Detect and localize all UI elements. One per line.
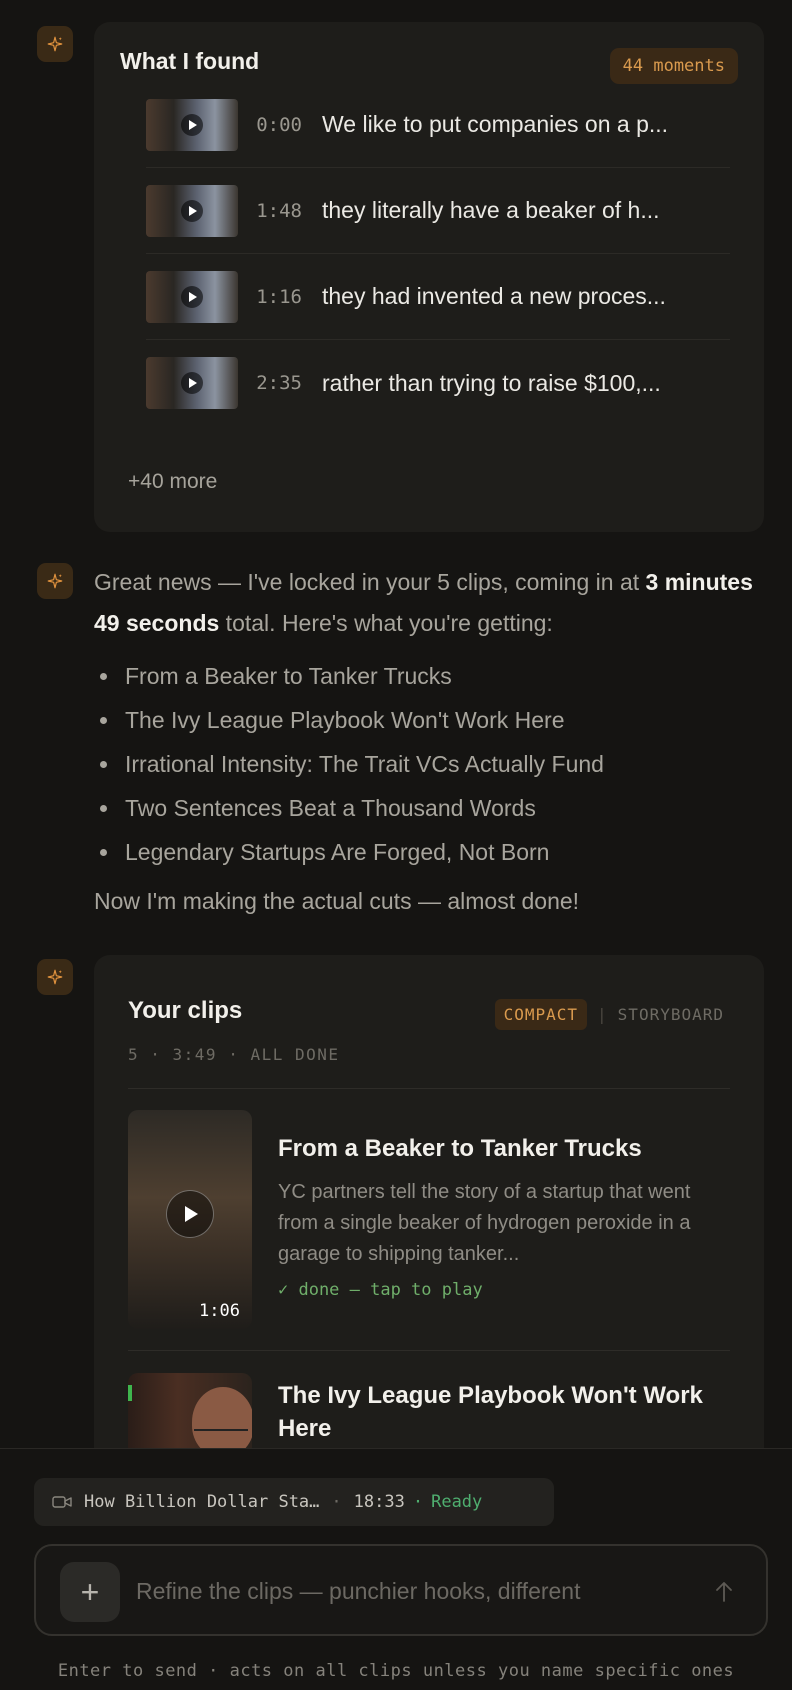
clip-status[interactable]: ✓ done — tap to play <box>278 1280 730 1300</box>
clips-card-title: Your clips <box>128 997 243 1024</box>
clip-duration: 1:06 <box>199 1301 240 1321</box>
source-status: Ready <box>431 1492 483 1512</box>
message-text: Great news — I've locked in your 5 clips… <box>94 569 646 595</box>
assistant-avatar <box>37 26 73 62</box>
moment-thumbnail[interactable] <box>146 184 238 237</box>
play-icon <box>181 199 203 222</box>
play-icon <box>181 113 203 136</box>
moment-text: rather than trying to raise $100,... <box>322 369 661 396</box>
moment-time: 1:48 <box>256 199 302 222</box>
play-icon <box>181 285 203 308</box>
send-button[interactable] <box>704 1572 744 1612</box>
assistant-message: Great news — I've locked in your 5 clips… <box>94 562 754 644</box>
composer-hint: Enter to send · acts on all clips unless… <box>57 1661 735 1681</box>
moment-thumbnail[interactable] <box>146 357 238 409</box>
play-icon <box>181 372 203 394</box>
clips-card: Your clips COMPACT | STORYBOARD 5 · 3:49… <box>94 955 764 1448</box>
divider <box>128 1350 730 1351</box>
clip-title: The Ivy League Playbook Won't Work Here <box>278 1382 703 1442</box>
view-toggle-divider: | <box>597 1005 608 1024</box>
moment-text: they literally have a beaker of h... <box>322 197 660 223</box>
clip-item[interactable]: 1:06 From a Beaker to Tanker Trucks YC p… <box>128 1110 730 1329</box>
moment-item[interactable]: 2:35 rather than trying to raise $100,..… <box>146 340 730 426</box>
moment-item[interactable]: 1:48 they literally have a beaker of h..… <box>146 168 730 254</box>
clip-thumbnail[interactable] <box>128 1373 252 1448</box>
play-icon[interactable] <box>166 1190 214 1238</box>
clip-thumbnail[interactable]: 1:06 <box>128 1110 252 1329</box>
clip-title-list: From a Beaker to Tanker Trucks The Ivy L… <box>100 654 750 874</box>
source-video-name: How Billion Dollar Sta… <box>84 1492 320 1512</box>
arrow-up-icon <box>716 1582 732 1602</box>
moment-text: We like to put companies on a p... <box>322 111 669 137</box>
message-text: total. Here's what you're getting: <box>219 610 553 636</box>
sparkle-icon <box>47 573 63 589</box>
clip-title: From a Beaker to Tanker Trucks <box>278 1135 642 1162</box>
assistant-avatar <box>37 959 73 995</box>
moments-count-badge: 44 moments <box>609 48 738 84</box>
moments-card-title: What I found <box>120 48 260 74</box>
source-video-duration: 18:33 <box>353 1492 405 1512</box>
list-item: Irrational Intensity: The Trait VCs Actu… <box>100 742 750 786</box>
clip-item[interactable]: The Ivy League Playbook Won't Work Here <box>128 1373 730 1448</box>
compact-view-button[interactable]: COMPACT <box>494 999 588 1030</box>
moment-time: 0:00 <box>256 113 302 136</box>
source-video-chip[interactable]: How Billion Dollar Sta… · 18:33 · Ready <box>34 1478 554 1526</box>
separator: · <box>331 1492 342 1512</box>
message-composer: + <box>34 1544 768 1636</box>
storyboard-view-button[interactable]: STORYBOARD <box>618 1005 724 1024</box>
message-outro: Now I'm making the actual cuts — almost … <box>94 888 580 914</box>
sparkle-icon <box>47 36 63 52</box>
list-item: The Ivy League Playbook Won't Work Here <box>100 698 750 742</box>
conversation-scroll-area[interactable]: What I found 44 moments 0:00 We like to … <box>0 0 792 1448</box>
refine-input[interactable] <box>136 1566 676 1616</box>
sparkle-icon <box>47 969 63 985</box>
clip-description: YC partners tell the story of a startup … <box>278 1181 691 1265</box>
moment-time: 1:16 <box>256 285 302 308</box>
assistant-avatar <box>37 563 73 599</box>
moments-card: What I found 44 moments 0:00 We like to … <box>94 22 764 532</box>
composer-area: How Billion Dollar Sta… · 18:33 · Ready … <box>0 1448 792 1690</box>
video-camera-icon <box>52 1496 72 1508</box>
separator: · <box>412 1492 424 1512</box>
view-toggle: COMPACT | STORYBOARD <box>494 999 724 1030</box>
divider <box>128 1088 730 1089</box>
list-item: Two Sentences Beat a Thousand Words <box>100 786 750 830</box>
moment-thumbnail[interactable] <box>146 270 238 323</box>
clips-summary: 5 · 3:49 · ALL DONE <box>128 1045 340 1064</box>
list-item: Legendary Startups Are Forged, Not Born <box>100 830 750 874</box>
moment-time: 2:35 <box>256 372 302 394</box>
moment-item[interactable]: 1:16 they had invented a new proces... <box>146 254 730 340</box>
moment-thumbnail[interactable] <box>146 98 238 151</box>
more-moments-link[interactable]: +40 more <box>128 470 217 494</box>
list-item: From a Beaker to Tanker Trucks <box>100 654 750 698</box>
moment-item[interactable]: 0:00 We like to put companies on a p... <box>146 82 730 168</box>
add-button[interactable]: + <box>60 1562 120 1622</box>
moment-text: they had invented a new proces... <box>322 283 666 309</box>
